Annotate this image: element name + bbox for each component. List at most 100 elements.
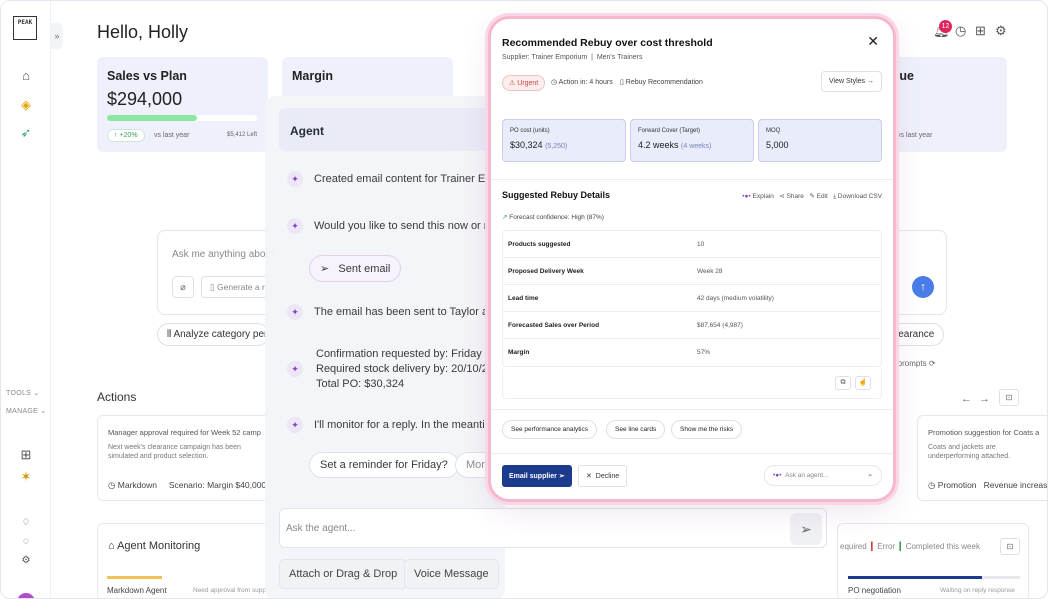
manage-section-label[interactable]: MANAGE ⌄ (6, 407, 47, 415)
rebuy-tag: ▯ Rebuy Recommendation (620, 79, 703, 86)
agent-message: ✦ The email has been sent to Taylor at T (287, 304, 497, 320)
history-icon[interactable]: ◷ (955, 23, 966, 39)
row-value: 42 days (medium volatility) (697, 295, 774, 302)
metric-sub: (4 weeks) (681, 143, 712, 150)
confirm-line: Required stock delivery by: 20/10/202 (316, 363, 497, 375)
robot-icon: ⌂ (108, 540, 118, 552)
reminder-chip[interactable]: Set a reminder for Friday? (309, 452, 459, 478)
action-tags: ◷ Markdown Scenario: Margin $40,000 (108, 480, 266, 491)
email-supplier-button[interactable]: Email supplier ➢ (502, 465, 572, 487)
share-button[interactable]: ⋖ Share (779, 193, 804, 200)
decline-button[interactable]: ✕ Decline (578, 465, 628, 487)
sidebar: PEAK ⌂ ◈ ➶ TOOLS ⌄ MANAGE ⌄ ⊞ ✶ ♢ ◌ ⚙ (1, 1, 51, 598)
confirmation-message: ✦ Confirmation requested by: Friday Requ… (287, 347, 497, 392)
next-arrow-icon[interactable]: → (979, 393, 990, 405)
confirm-line: Confirmation requested by: Friday (316, 348, 482, 360)
action-card-promotion[interactable]: Promotion suggestion for Coats a Coats a… (917, 415, 1047, 501)
card-title: Margin (292, 69, 333, 83)
thumbs-up-icon[interactable]: ☝ (855, 376, 871, 390)
layers-icon[interactable]: ◈ (18, 97, 34, 113)
confirm-line: Total PO: $30,324 (316, 378, 405, 390)
send-icon[interactable]: ➢ (790, 513, 822, 545)
expand-icon[interactable]: ⊡ (1000, 538, 1020, 555)
agent-name: Markdown Agent (107, 586, 167, 595)
ask-agent-input[interactable]: Ask the agent... ➢ (279, 508, 827, 548)
agent-title: Agent (290, 124, 324, 138)
send-icon[interactable]: ➢ (868, 471, 873, 479)
attach-icon[interactable]: ⌀ (172, 276, 194, 298)
sparkle-icon: ✦ (287, 417, 303, 433)
clock-icon: ◷ (108, 480, 118, 490)
metric-po-cost: PO cost (units) $30,324 (5,250) (502, 119, 626, 162)
submit-arrow-icon[interactable]: ↑ (912, 276, 934, 298)
table-row: Forecasted Sales over Period $87,654 (4,9… (503, 312, 881, 339)
collapse-sidebar-button[interactable]: » (51, 23, 63, 49)
remaining-label: $5,412 Left (227, 132, 258, 138)
urgent-badge: ⚠ Urgent (502, 75, 546, 91)
generate-report-button[interactable]: ▯ Generate a re (201, 276, 271, 298)
email-supplier-label: Email supplier (509, 473, 557, 480)
suggestion-chip[interactable]: See performance analytics (502, 420, 597, 439)
refresh-icon: ⟳ (928, 359, 936, 368)
prev-arrow-icon[interactable]: ← (961, 393, 972, 405)
legend-error: Error (877, 542, 896, 551)
row-value: Week 28 (697, 268, 723, 275)
action-card-markdown[interactable]: Manager approval required for Week 52 ca… (97, 415, 271, 501)
close-icon[interactable]: ✕ (867, 33, 879, 50)
home-icon[interactable]: ⌂ (18, 68, 34, 84)
delta-badge: ↑ +20% (107, 129, 145, 142)
ask-placeholder[interactable]: Ask me anything about (172, 249, 274, 260)
bell-icon[interactable]: ♢ (18, 515, 34, 531)
sent-email-chip[interactable]: ➢ Sent email (309, 255, 402, 282)
tools-section-label[interactable]: TOOLS ⌄ (6, 389, 40, 397)
download-csv-button[interactable]: ⤓ Download CSV (833, 193, 882, 200)
edit-button[interactable]: ✎ Edit (809, 193, 827, 200)
rocket-icon[interactable]: ➶ (18, 125, 34, 141)
divider (491, 179, 893, 180)
po-track (848, 576, 1020, 579)
attach-button[interactable]: Attach or Drag & Drop (279, 559, 408, 589)
table-row: Lead time 42 days (medium volatility) (503, 285, 881, 312)
suggestion-chip[interactable]: See line cards (606, 420, 666, 439)
rebuy-recommendation-modal: Recommended Rebuy over cost threshold ✕ … (491, 19, 893, 499)
sparkle-icon[interactable]: ✶ (18, 469, 34, 485)
action-type: Markdown (117, 480, 157, 490)
explain-button[interactable]: •●• Explain (742, 193, 774, 200)
apps-icon[interactable]: ⊞ (975, 23, 986, 39)
agent-progress (107, 576, 162, 579)
settings-icon[interactable]: ⚙ (18, 553, 34, 569)
user-avatar[interactable] (17, 593, 35, 598)
more-prompts[interactable]: n prompts ⟳ (891, 359, 936, 368)
plan-progress-bar (107, 115, 257, 121)
po-name: PO negotiation (848, 586, 901, 595)
metric-number: $30,324 (510, 140, 543, 150)
ask-an-agent-placeholder: Ask an agent... (785, 472, 829, 479)
ask-an-agent-input[interactable]: •●• Ask an agent... ➢ (764, 465, 882, 486)
confidence-text: Forecast confidence: High (87%) (509, 214, 604, 221)
help-icon[interactable]: ◌ (18, 534, 34, 550)
action-title: Promotion suggestion for Coats a (928, 428, 1040, 437)
row-value: 57% (697, 349, 711, 356)
suggestion-chip[interactable]: Show me the risks (671, 420, 743, 439)
settings-icon[interactable]: ⚙ (995, 23, 1007, 39)
agent-message: ✦ Would you like to send this now or mai (287, 218, 497, 234)
modal-title: Recommended Rebuy over cost threshold (502, 37, 713, 49)
view-styles-button[interactable]: View Styles → (821, 71, 882, 92)
message-text: The email has been sent to Taylor at T (314, 305, 497, 318)
sales-vs-plan-card[interactable]: Sales vs Plan $294,000 ↑ +20% vs last ye… (97, 57, 268, 152)
expand-icon[interactable]: ⊡ (999, 389, 1019, 406)
clock-icon: ◷ (928, 480, 938, 490)
book-icon[interactable]: ⊞ (18, 447, 34, 463)
app-logo[interactable]: PEAK (13, 16, 37, 40)
dots-icon: •●• (742, 193, 753, 200)
monitoring-right-panel: equired ▎Error ▎Completed this week ⊡ PO… (837, 523, 1029, 598)
voice-message-button[interactable]: Voice Message (404, 559, 499, 589)
value-card[interactable]: alue vs last year (881, 57, 1007, 152)
analyze-category-chip[interactable]: ⫴ Analyze category perf (157, 323, 269, 346)
sparkle-icon: ✦ (287, 171, 303, 187)
copy-icon[interactable]: ⧉ (835, 376, 851, 390)
action-description: Next week's clearance campaign has been … (108, 444, 241, 460)
monitoring-legend: equired ▎Error ▎Completed this week (840, 542, 980, 551)
send-icon: ➢ (558, 473, 565, 480)
metric-moq: MOQ 5,000 (758, 119, 882, 162)
